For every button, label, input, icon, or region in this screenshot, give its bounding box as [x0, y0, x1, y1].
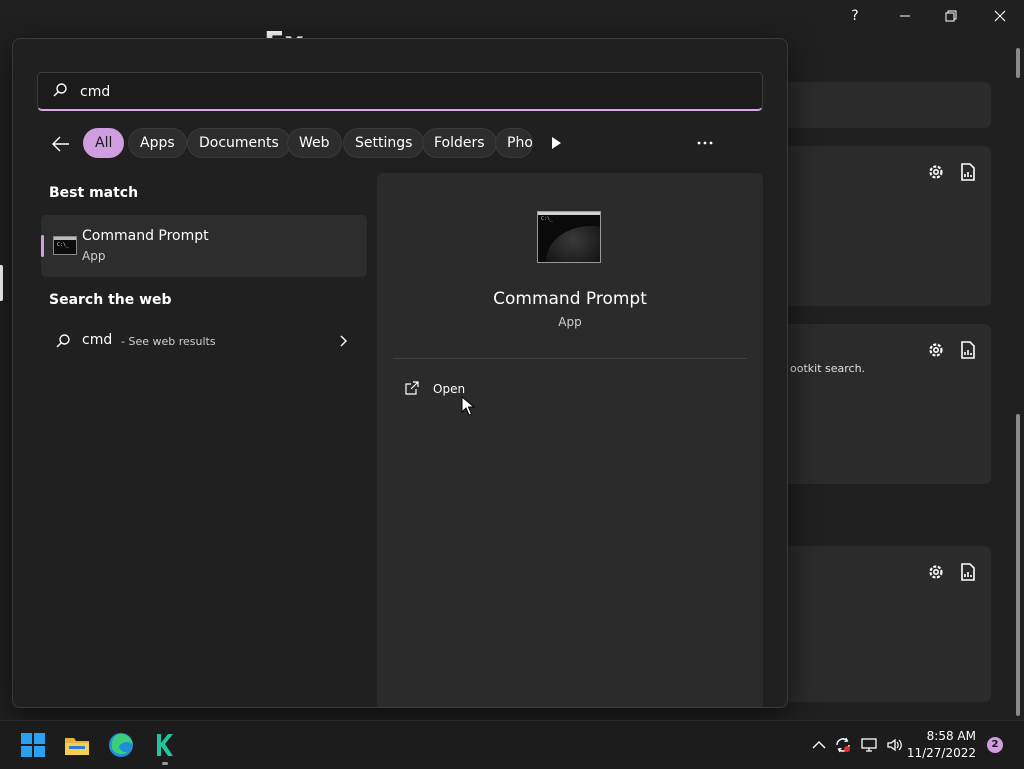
background-card-3: [770, 324, 991, 484]
preview-title: Command Prompt: [493, 289, 647, 309]
close-icon: [994, 10, 1006, 22]
web-result-suffix: - See web results: [121, 335, 216, 348]
filter-settings[interactable]: Settings: [343, 128, 425, 158]
filter-photos[interactable]: Photos: [495, 128, 533, 158]
open-external-icon: [405, 381, 419, 395]
sync-alert-icon[interactable]: [834, 736, 852, 754]
background-card-4: [770, 546, 991, 702]
best-match-subtitle: App: [82, 249, 106, 263]
gear-icon[interactable]: [926, 340, 946, 360]
report-icon[interactable]: [958, 340, 978, 360]
search-box[interactable]: [37, 72, 763, 111]
chevron-right-icon: [340, 335, 347, 347]
kaspersky-icon[interactable]: [152, 732, 178, 758]
background-card-2: [770, 146, 991, 306]
web-result-query: cmd: [82, 332, 113, 348]
clock-date[interactable]: 11/27/2022: [900, 746, 976, 760]
gear-icon[interactable]: [926, 562, 946, 582]
report-icon[interactable]: [958, 562, 978, 582]
background-card-1: [770, 82, 991, 128]
command-prompt-icon: C:\_: [53, 236, 77, 255]
search-icon: [56, 334, 70, 348]
scroll-filters-right-icon[interactable]: [549, 135, 563, 151]
taskbar: 8:58 AM 11/27/2022 2: [0, 720, 1024, 769]
preview-divider: [393, 358, 747, 359]
restore-icon: [945, 10, 957, 22]
best-match-item[interactable]: C:\_ Command Prompt App: [41, 215, 367, 277]
minimize-button[interactable]: [883, 4, 927, 28]
filter-documents[interactable]: Documents: [187, 128, 291, 158]
mouse-cursor-icon: [461, 396, 475, 416]
filter-all[interactable]: All: [83, 128, 125, 158]
filter-apps[interactable]: Apps: [128, 128, 187, 158]
file-explorer-icon[interactable]: [64, 732, 90, 758]
minimize-icon: [900, 15, 910, 17]
edge-icon[interactable]: [108, 732, 134, 758]
clock-time[interactable]: 8:58 AM: [900, 729, 976, 743]
best-match-title: Command Prompt: [82, 228, 209, 244]
left-edge-indicator: [0, 265, 3, 301]
search-web-heading: Search the web: [49, 292, 172, 308]
start-icon[interactable]: [20, 732, 46, 758]
scrollbar-thumb-top[interactable]: [1016, 48, 1020, 78]
close-button[interactable]: [978, 4, 1022, 28]
preview-subtitle: App: [558, 315, 582, 329]
gear-icon[interactable]: [926, 162, 946, 182]
preview-pane: C:\_ Command Prompt App Open: [377, 173, 763, 707]
filter-web[interactable]: Web: [287, 128, 342, 158]
more-options-button[interactable]: [693, 133, 717, 153]
chevron-up-icon[interactable]: [810, 736, 828, 754]
search-icon: [53, 83, 67, 97]
network-icon[interactable]: [860, 736, 878, 754]
back-arrow-icon[interactable]: [49, 133, 73, 155]
background-card-text: ootkit search.: [790, 362, 866, 375]
restore-button[interactable]: [929, 4, 973, 28]
more-icon: [697, 141, 713, 145]
report-icon[interactable]: [958, 162, 978, 182]
open-action-label: Open: [433, 382, 466, 396]
web-result-item[interactable]: cmd - See web results: [41, 325, 367, 357]
open-action[interactable]: Open: [401, 377, 501, 403]
notification-badge[interactable]: 2: [987, 737, 1003, 753]
help-button[interactable]: ?: [833, 4, 877, 28]
running-indicator: [162, 762, 168, 765]
command-prompt-large-icon: C:\_: [537, 211, 601, 263]
best-match-heading: Best match: [49, 185, 139, 201]
scrollbar-thumb[interactable]: [1016, 414, 1020, 716]
search-flyout: All Apps Documents Web Settings Folders …: [12, 38, 788, 708]
selection-accent: [41, 235, 44, 257]
filter-folders[interactable]: Folders: [422, 128, 497, 158]
search-input[interactable]: [78, 79, 742, 105]
